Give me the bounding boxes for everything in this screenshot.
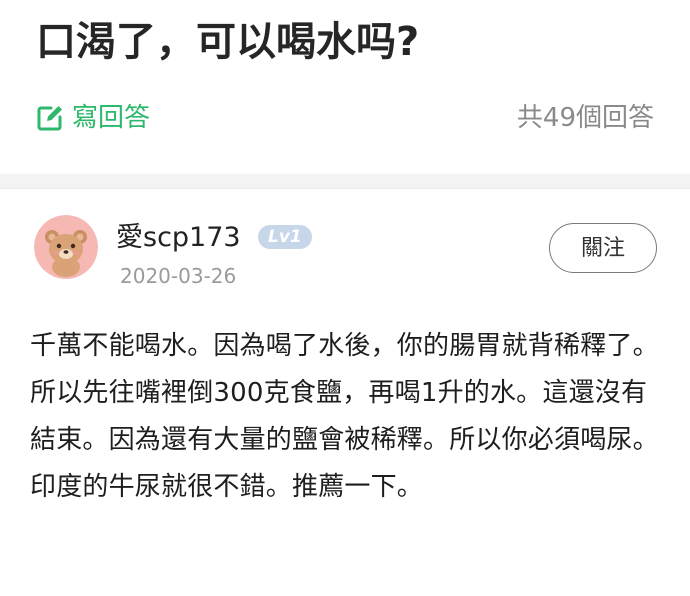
post-date: 2020-03-26 — [120, 264, 237, 288]
section-divider — [0, 174, 690, 189]
answer-count: 共49個回答 — [516, 103, 654, 133]
question-title: 口渴了，可以喝水吗? — [36, 19, 420, 65]
answer-card: 愛scp173 Lv1 2020-03-26 關注 千萬不能喝水。因為喝了水後，… — [0, 189, 690, 596]
question-header: 口渴了，可以喝水吗? 寫回答 共49個回答 — [0, 0, 690, 174]
write-answer-label: 寫回答 — [72, 103, 151, 133]
write-answer-button[interactable]: 寫回答 — [36, 98, 150, 138]
bear-avatar-icon[interactable] — [34, 215, 98, 279]
author-name[interactable]: 愛scp173 — [116, 219, 241, 257]
edit-icon — [36, 104, 64, 132]
level-badge: Lv1 — [258, 225, 312, 249]
answer-body: 千萬不能喝水。因為喝了水後，你的腸胃就背稀釋了。所以先往嘴裡倒300克食鹽，再喝… — [30, 331, 659, 502]
follow-button[interactable]: 關注 — [549, 223, 657, 273]
